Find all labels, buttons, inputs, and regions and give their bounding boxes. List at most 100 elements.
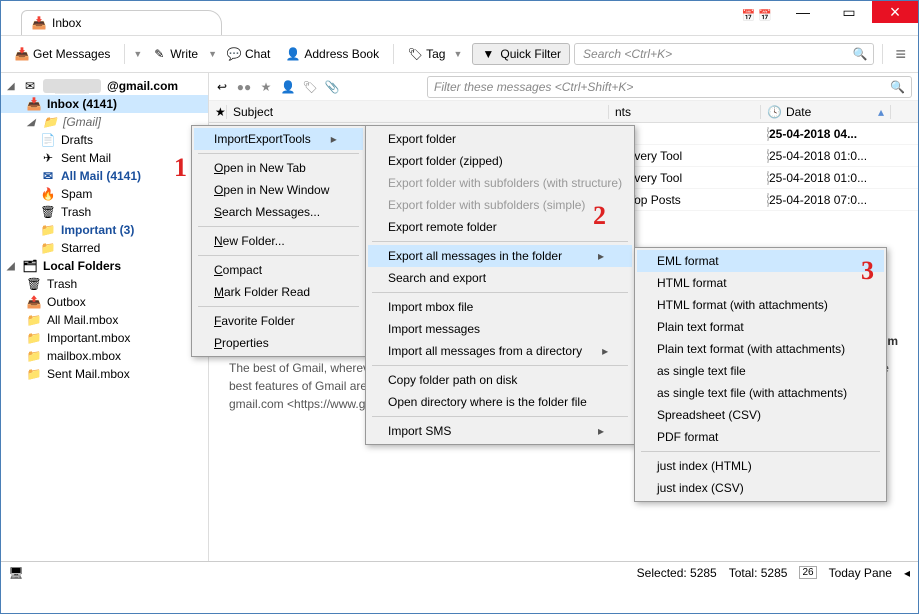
chevron-left-icon[interactable]: ◂ [904, 566, 910, 580]
status-selected: Selected: 5285 [637, 566, 717, 580]
funnel-icon: ▼ [481, 47, 495, 61]
menu-separator [198, 226, 359, 227]
search-icon: 🔍 [853, 47, 868, 61]
star-icon[interactable]: ★ [259, 80, 273, 94]
filter-bar: ↩ ●● ★ 👤 🏷 📎 Filter these messages <Ctrl… [209, 73, 918, 101]
address-book-button[interactable]: 👤Address Book [280, 43, 385, 65]
menu-item[interactable]: EML format [637, 250, 884, 272]
menu-item[interactable]: Export folder (zipped) [368, 150, 632, 172]
separator [882, 44, 883, 64]
filter-input[interactable]: Filter these messages <Ctrl+Shift+K>🔍 [427, 76, 912, 98]
sidebar-item-outbox[interactable]: 📤Outbox [1, 293, 208, 311]
search-icon: 🔍 [890, 80, 905, 94]
menu-item[interactable]: Import SMS [368, 420, 632, 442]
menu-item[interactable]: Export all messages in the folder [368, 245, 632, 267]
menu-item[interactable]: Import mbox file [368, 296, 632, 318]
sidebar-item-drafts[interactable]: 📄Drafts [1, 131, 208, 149]
menu-item[interactable]: Search and export [368, 267, 632, 289]
dropdown-icon[interactable]: ▼ [208, 49, 217, 59]
menu-item[interactable]: HTML format (with attachments) [637, 294, 884, 316]
dropdown-icon[interactable]: ▼ [133, 49, 142, 59]
sidebar-item-spam[interactable]: 🔥Spam [1, 185, 208, 203]
menu-item[interactable]: PDF format [637, 426, 884, 448]
submenu-arrow-icon [598, 424, 604, 438]
collapse-icon: ◢ [7, 81, 17, 92]
menu-item[interactable]: just index (CSV) [637, 477, 884, 499]
unread-icon[interactable]: ●● [237, 80, 251, 94]
menu-item[interactable]: Export folder [368, 128, 632, 150]
tab-label: Inbox [52, 16, 81, 30]
download-icon: 📥 [15, 47, 29, 61]
menu-button[interactable]: ≡ [891, 44, 910, 65]
trash-icon: 🗑 [27, 277, 41, 291]
menu-item[interactable]: Properties [194, 332, 363, 354]
col-correspondents[interactable]: nts [609, 105, 761, 119]
menu-item[interactable]: New Folder... [194, 230, 363, 252]
account-row[interactable]: ◢✉████@gmail.com [1, 77, 208, 95]
today-pane-button[interactable]: Today Pane [829, 566, 892, 580]
write-button[interactable]: ✎Write [146, 43, 204, 65]
quick-filter-button[interactable]: ▼Quick Filter [472, 43, 570, 65]
tag-icon[interactable]: 🏷 [303, 80, 317, 94]
menu-item[interactable]: ImportExportTools [194, 128, 363, 150]
menu-item[interactable]: Favorite Folder [194, 310, 363, 332]
menu-item[interactable]: Plain text format (with attachments) [637, 338, 884, 360]
menu-item[interactable]: as single text file [637, 360, 884, 382]
menu-item[interactable]: HTML format [637, 272, 884, 294]
menu-item[interactable]: Open in New Tab [194, 157, 363, 179]
clock-icon [767, 171, 769, 185]
calendar-widget[interactable]: 📅 📅 [742, 9, 772, 22]
sidebar-item-mailbox-mbox[interactable]: 📁mailbox.mbox [1, 347, 208, 365]
menu-item[interactable]: Open directory where is the folder file [368, 391, 632, 413]
minimize-button[interactable]: — [780, 1, 826, 23]
menu-separator [641, 451, 880, 452]
col-date[interactable]: 🕓Date▴ [761, 105, 891, 119]
separator [393, 44, 394, 64]
menu-item[interactable]: Search Messages... [194, 201, 363, 223]
sidebar-item-sentmail-mbox[interactable]: 📁Sent Mail.mbox [1, 365, 208, 383]
menu-item[interactable]: Mark Folder Read [194, 281, 363, 303]
close-button[interactable]: × [872, 1, 918, 23]
reply-icon[interactable]: ↩ [215, 80, 229, 94]
status-bar: 🖥 Selected: 5285 Total: 5285 26 Today Pa… [1, 561, 918, 583]
chat-button[interactable]: 💬Chat [221, 43, 276, 65]
local-folders-row[interactable]: ◢🗂Local Folders [1, 257, 208, 275]
sidebar-item-starred[interactable]: 📁Starred [1, 239, 208, 257]
clock-icon [767, 193, 769, 207]
tag-icon: 🏷 [408, 47, 422, 61]
sidebar-item-inbox[interactable]: 📥Inbox (4141) [1, 95, 208, 113]
tab-inbox[interactable]: 📥 Inbox [21, 10, 222, 35]
sidebar-item-important[interactable]: 📁Important (3) [1, 221, 208, 239]
menu-item[interactable]: Import messages [368, 318, 632, 340]
menu-item[interactable]: Compact [194, 259, 363, 281]
col-star[interactable]: ★ [209, 105, 227, 119]
calendar-date-icon[interactable]: 26 [799, 566, 816, 579]
attachment-icon[interactable]: 📎 [325, 80, 339, 94]
get-messages-button[interactable]: 📥Get Messages [9, 43, 116, 65]
menu-item[interactable]: Plain text format [637, 316, 884, 338]
sidebar-item-allmail-mbox[interactable]: 📁All Mail.mbox [1, 311, 208, 329]
clock-icon [767, 149, 769, 163]
menu-item[interactable]: Copy folder path on disk [368, 369, 632, 391]
sidebar-item-local-trash[interactable]: 🗑Trash [1, 275, 208, 293]
menu-item: Export folder with subfolders (with stru… [368, 172, 632, 194]
sidebar-item-trash[interactable]: 🗑Trash [1, 203, 208, 221]
menu-separator [372, 416, 628, 417]
menu-item[interactable]: Spreadsheet (CSV) [637, 404, 884, 426]
submenu-arrow-icon [598, 249, 604, 263]
activity-icon[interactable]: 🖥 [9, 566, 23, 580]
contact-icon[interactable]: 👤 [281, 80, 295, 94]
menu-item[interactable]: as single text file (with attachments) [637, 382, 884, 404]
col-subject[interactable]: Subject [227, 105, 609, 119]
sidebar-item-gmail[interactable]: ◢📁[Gmail] [1, 113, 208, 131]
clock-icon [767, 127, 769, 141]
search-input[interactable]: Search <Ctrl+K>🔍 [574, 43, 874, 65]
sidebar-item-important-mbox[interactable]: 📁Important.mbox [1, 329, 208, 347]
maximize-button[interactable]: ▭ [826, 1, 872, 23]
tag-button[interactable]: 🏷Tag▼ [402, 43, 468, 65]
menu-item[interactable]: Import all messages from a directory [368, 340, 632, 362]
clock-icon: 🕓 [767, 105, 782, 119]
separator [124, 44, 125, 64]
menu-item[interactable]: just index (HTML) [637, 455, 884, 477]
menu-item[interactable]: Open in New Window [194, 179, 363, 201]
